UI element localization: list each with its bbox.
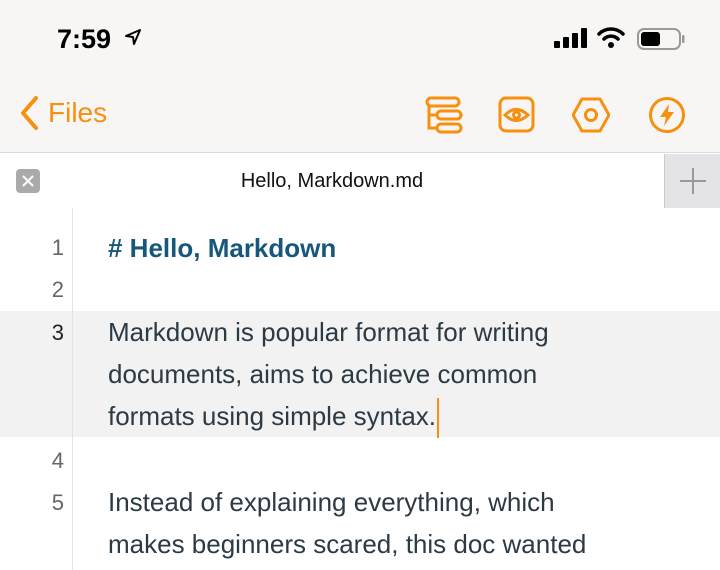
- line-number: 4: [51, 448, 64, 473]
- location-arrow-icon: [125, 29, 141, 45]
- outline-icon[interactable]: [425, 96, 463, 134]
- wrapped-line: documents, aims to achieve common: [108, 359, 538, 389]
- battery-icon: [637, 28, 685, 50]
- heading-line[interactable]: # Hello, Markdown: [108, 227, 336, 269]
- wifi-icon: [597, 27, 625, 48]
- wrapped-line: Markdown is popular format for writing: [108, 317, 549, 347]
- cellular-signal-icon: [554, 28, 587, 48]
- new-tab-button[interactable]: [664, 154, 720, 208]
- back-label: Files: [48, 97, 108, 128]
- status-time: 7:59: [57, 24, 112, 54]
- editor-line[interactable]: Markdown is popular format for writing d…: [108, 311, 549, 439]
- wrapped-line: formats using simple syntax.: [108, 401, 437, 431]
- line-number: 5: [51, 490, 64, 515]
- line-number: 1: [51, 235, 64, 260]
- top-bar: [0, 0, 720, 153]
- plus-icon: [679, 168, 706, 194]
- chevron-left-icon: [21, 96, 38, 130]
- back-button[interactable]: Files: [20, 96, 107, 130]
- settings-icon[interactable]: [572, 96, 610, 134]
- line-number: 2: [51, 277, 64, 302]
- actions-icon[interactable]: [648, 96, 686, 134]
- editor-line[interactable]: Instead of explaining everything, which …: [108, 481, 586, 565]
- gutter-divider: [72, 208, 73, 570]
- preview-icon[interactable]: [498, 96, 536, 134]
- tab-title[interactable]: Hello, Markdown.md: [0, 170, 664, 193]
- text-caret: [437, 398, 440, 439]
- wrapped-line: Instead of explaining everything, which: [108, 487, 555, 517]
- wrapped-line: makes beginners scared, this doc wanted: [108, 529, 587, 559]
- line-number: 3: [51, 320, 64, 345]
